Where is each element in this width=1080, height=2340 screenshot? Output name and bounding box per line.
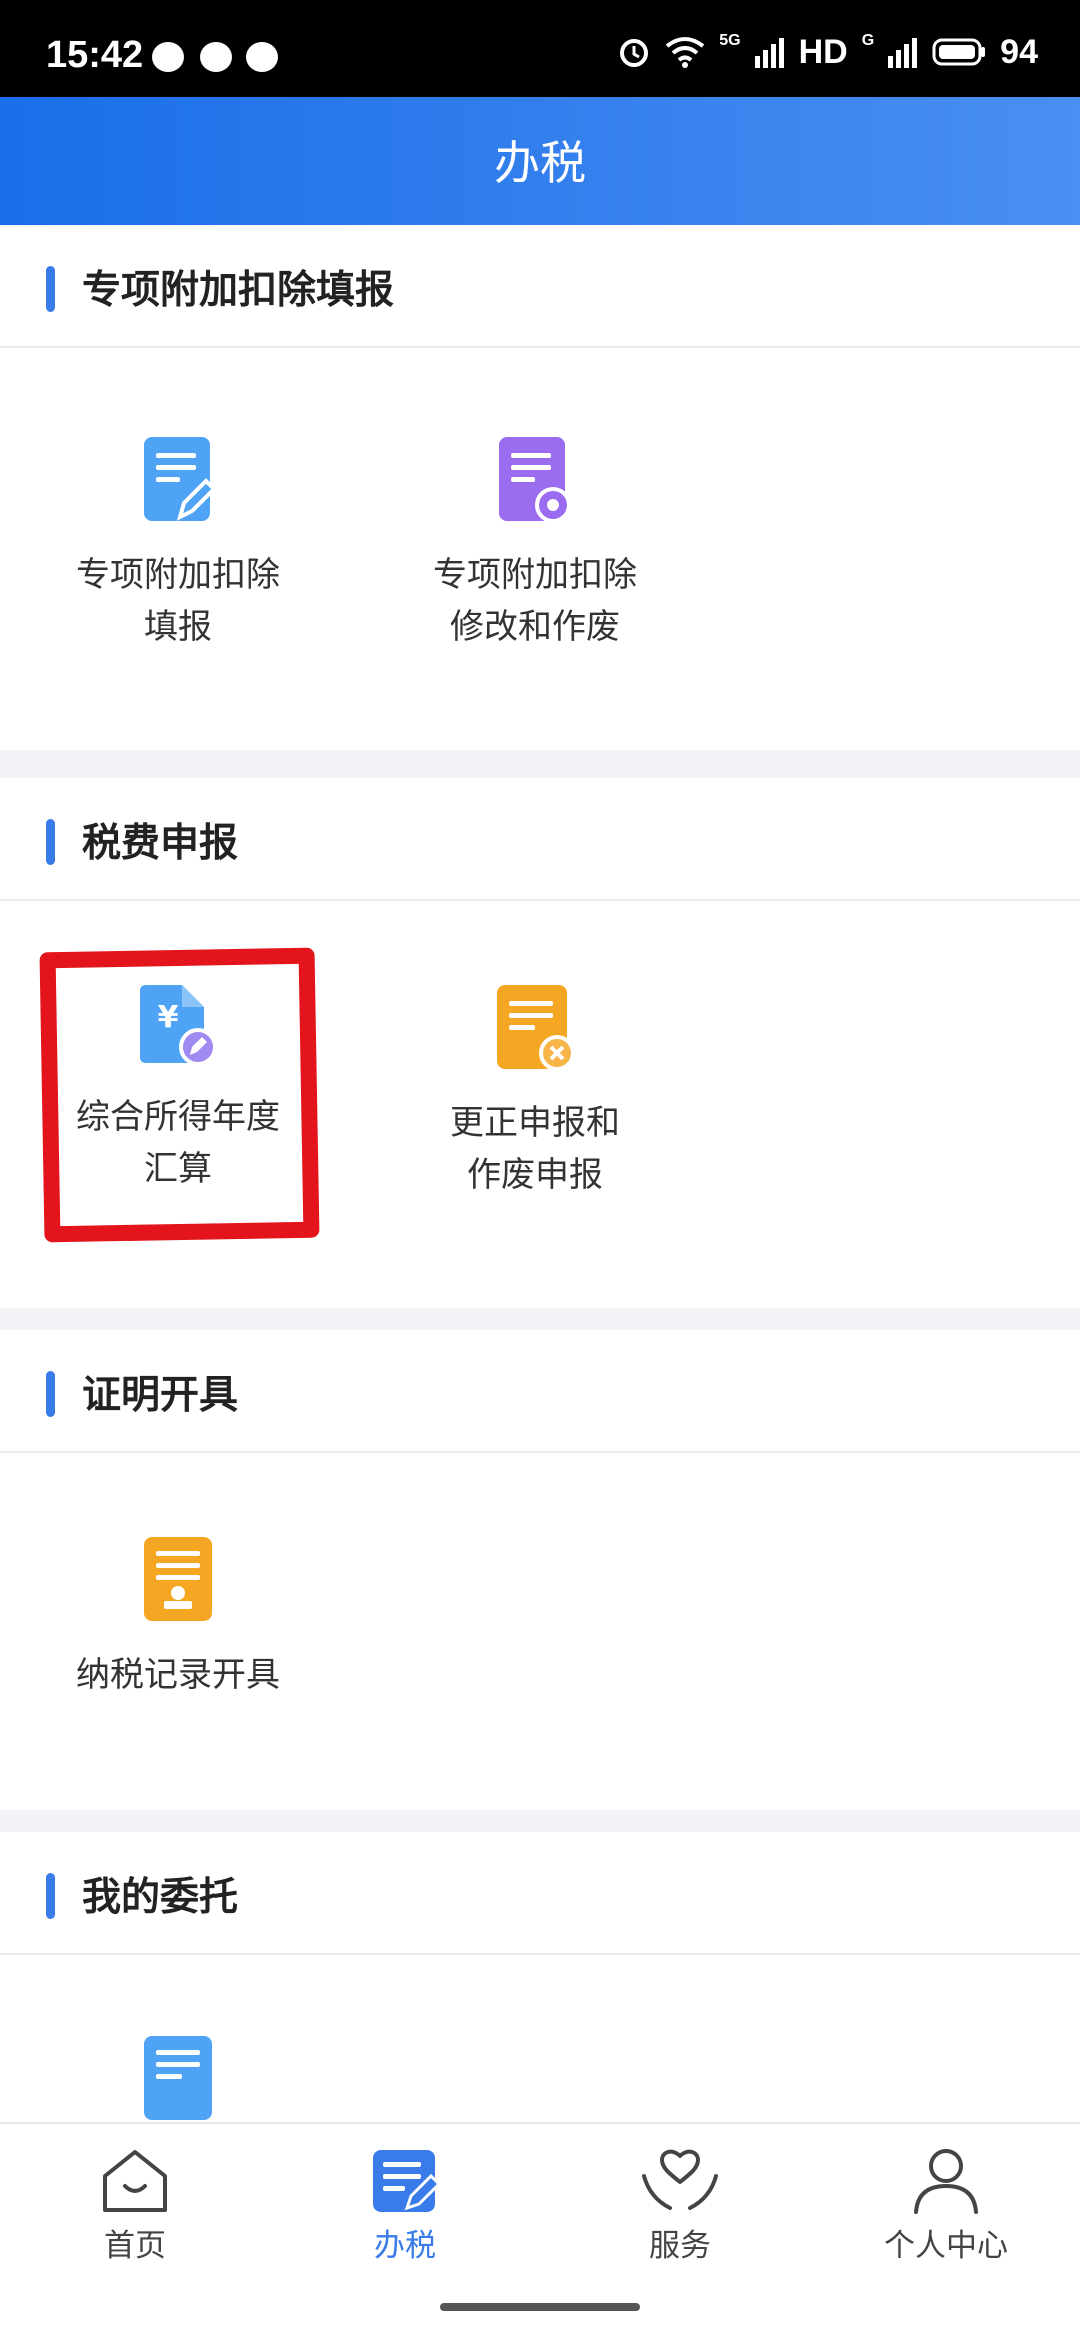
tile-label-line1: 专项附加扣除 [76,555,280,595]
signal-icon [754,36,785,68]
nav-label: 个人中心 [884,2228,1008,2264]
section-accent-bar [46,1873,55,1919]
signal-icon [888,36,918,68]
nav-item-service[interactable]: 服务 [580,2146,780,2265]
network-type-2: G [861,32,875,49]
document-settings-icon [499,437,571,523]
app-header: 办税 [0,97,1080,225]
battery-icon [932,37,986,67]
tax-document-icon [373,2150,441,2212]
section-accent-bar [46,266,55,312]
tile-label: 专项附加扣除 填报 [28,549,328,653]
notification-bubble-icon [152,42,184,72]
nav-label: 办税 [374,2228,436,2264]
section-title: 税费申报 [82,821,239,866]
section-accent-bar [46,1371,55,1417]
message-icon [200,42,232,72]
chat-icon [246,42,278,72]
tile-label-line1: 更正申报和 [450,1103,620,1143]
section-certificate: 证明开具 纳税记录开具 [0,1330,1080,1810]
document-stamp-icon [144,1537,212,1621]
tile-label: 专项附加扣除 修改和作废 [385,549,685,653]
section-accent-bar [46,819,55,865]
tile-tax-record-certificate[interactable]: 纳税记录开具 [28,1533,328,1701]
section-title: 专项附加扣除填报 [82,268,395,313]
tile-label-line2: 修改和作废 [450,607,620,647]
network-type-1: 5G [719,32,741,49]
section-header: 我的委托 [0,1832,1080,1955]
section-title: 证明开具 [82,1373,239,1418]
nav-label: 服务 [649,2228,711,2264]
page-title: 办税 [494,136,586,190]
nav-item-tax[interactable]: 办税 [305,2146,505,2265]
alarm-icon [617,35,651,69]
tile-label-line1: 专项附加扣除 [433,555,637,595]
section-header: 证明开具 [0,1330,1080,1453]
nav-label: 首页 [104,2228,166,2264]
highlight-annotation [39,947,320,1243]
home-indicator[interactable] [440,2303,640,2311]
heart-hand-icon [642,2149,718,2210]
tile-label-line1: 纳税记录开具 [76,1655,280,1695]
section-special-deduction: 专项附加扣除填报 专项附加扣除 填报 专项附加扣除 修改和作废 [0,225,1080,750]
document-edit-icon [144,437,216,521]
home-icon [103,2150,167,2212]
tile-special-deduction-fill[interactable]: 专项附加扣除 填报 [28,433,328,653]
section-my-delegation: 我的委托 [0,1832,1080,2122]
tile-special-deduction-modify[interactable]: 专项附加扣除 修改和作废 [385,433,685,653]
hd-indicator: HD [798,32,848,71]
document-icon [144,2036,212,2120]
document-cancel-icon [497,985,575,1071]
tile-label-line2: 填报 [144,607,212,647]
section-title: 我的委托 [82,1875,239,1920]
battery-level: 94 [1000,32,1038,71]
person-icon [914,2149,978,2214]
tile-correction-and-void[interactable]: 更正申报和 作废申报 [385,981,685,1201]
wifi-icon [665,36,705,68]
tile-label: 纳税记录开具 [28,1649,328,1701]
nav-item-home[interactable]: 首页 [35,2146,235,2265]
tile-label: 更正申报和 作废申报 [385,1097,685,1201]
tile-delegation[interactable] [28,2032,328,2122]
tile-label-line2: 作废申报 [467,1155,603,1195]
section-header: 税费申报 [0,778,1080,901]
nav-item-profile[interactable]: 个人中心 [846,2146,1046,2265]
status-time: 15:42 [46,34,144,76]
status-bar: 15:42 5G HD G 94 [0,0,1080,97]
section-header: 专项附加扣除填报 [0,225,1080,348]
